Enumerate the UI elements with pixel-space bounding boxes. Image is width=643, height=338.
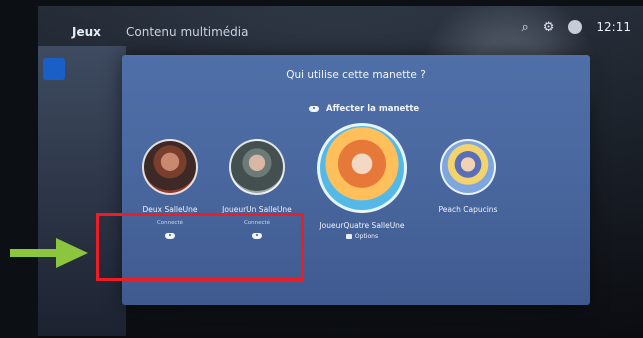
options-label: Options: [354, 233, 379, 240]
clock: 12:11: [596, 20, 631, 34]
search-icon[interactable]: ⌕: [521, 21, 528, 34]
controller-icon: [308, 105, 320, 113]
top-right-icons: ⌕ ⚙ 12:11: [521, 20, 631, 34]
profile-peach-capucins[interactable]: Peach Capucins: [428, 139, 508, 214]
avatar: [440, 139, 496, 195]
highlight-box: [96, 213, 304, 281]
gear-icon[interactable]: ⚙: [543, 21, 555, 34]
profile-name: JoueurQuatre SalleUne: [319, 221, 405, 230]
assign-label: Affecter la manette: [326, 104, 420, 114]
profile-joueurquatre-salleune[interactable]: JoueurQuatre SalleUne Options: [310, 123, 414, 240]
profile-name: Peach Capucins: [438, 205, 498, 214]
pointer-arrow-icon: [10, 238, 88, 268]
user-icon[interactable]: [568, 20, 583, 34]
avatar: [229, 139, 285, 195]
options-button-icon: [345, 234, 352, 239]
assign-controller-button[interactable]: Affecter la manette: [308, 104, 419, 114]
avatar: [317, 123, 407, 213]
tab-games[interactable]: Jeux: [72, 25, 101, 39]
options-hint[interactable]: Options: [310, 233, 414, 240]
tab-media[interactable]: Contenu multimédia: [126, 25, 248, 39]
avatar: [142, 139, 198, 195]
store-tile[interactable]: [43, 58, 65, 80]
top-navigation: Jeux Contenu multimédia ⌕ ⚙ 12:11: [38, 6, 643, 54]
game-tile-strip: [38, 46, 126, 336]
dialog-title: Qui utilise cette manette ?: [286, 69, 426, 81]
